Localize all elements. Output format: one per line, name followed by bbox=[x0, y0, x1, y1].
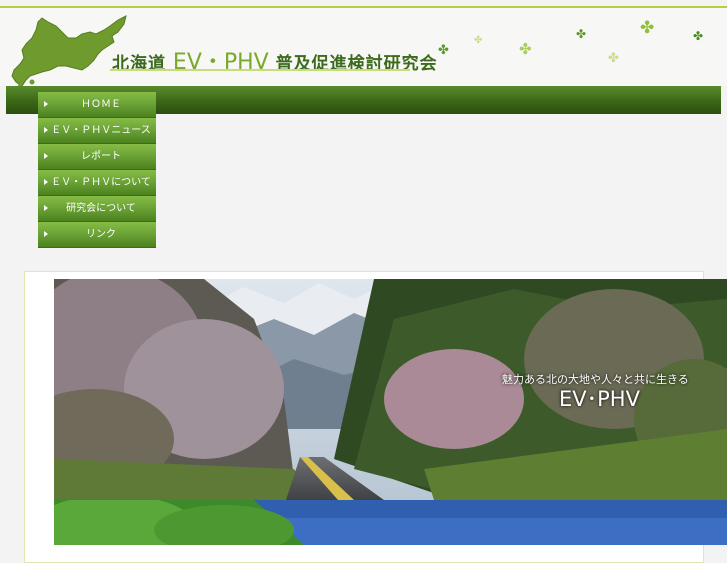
clover-icon: ✤ bbox=[519, 40, 532, 58]
menu-item-label: ＥＶ・ＰＨＶについて bbox=[51, 177, 151, 188]
menu-item-label: リンク bbox=[86, 229, 116, 240]
main-menu: ＨＯＭＥ ＥＶ・ＰＨＶニュース レポート ＥＶ・ＰＨＶについて 研究会について … bbox=[38, 92, 156, 248]
menu-item-report[interactable]: レポート bbox=[38, 144, 156, 170]
menu-item-home[interactable]: ＨＯＭＥ bbox=[38, 92, 156, 118]
arrow-right-icon bbox=[44, 205, 48, 211]
arrow-right-icon bbox=[44, 101, 48, 107]
menu-item-label: ＥＶ・ＰＨＶニュース bbox=[51, 125, 151, 136]
menu-item-about-group[interactable]: 研究会について bbox=[38, 196, 156, 222]
hero-image: 魅力ある北の大地や人々と共に生きる EV･PHV bbox=[54, 279, 727, 500]
arrow-right-icon bbox=[44, 179, 48, 185]
menu-item-links[interactable]: リンク bbox=[38, 222, 156, 248]
arrow-right-icon bbox=[44, 153, 48, 159]
arrow-right-icon bbox=[44, 127, 48, 133]
clover-icon: ✤ bbox=[693, 29, 704, 43]
clover-icon: ✤ bbox=[608, 51, 619, 66]
menu-item-ev-phv-news[interactable]: ＥＶ・ＰＨＶニュース bbox=[38, 118, 156, 144]
site-header: 北海道 EV・PHV 普及促進検討研究会 ✤ ✤ ✤ ✤ ✤ ✤ ✤ bbox=[0, 8, 727, 88]
menu-item-about-ev-phv[interactable]: ＥＶ・ＰＨＶについて bbox=[38, 170, 156, 196]
secondary-banner bbox=[54, 500, 727, 545]
menu-item-label: ＨＯＭＥ bbox=[81, 99, 121, 110]
clover-icon: ✤ bbox=[576, 27, 587, 41]
menu-item-label: レポート bbox=[81, 151, 121, 162]
clover-icon: ✤ bbox=[640, 18, 655, 38]
secondary-banner-image bbox=[54, 500, 727, 545]
title-underline bbox=[110, 69, 410, 71]
clover-icon: ✤ bbox=[438, 43, 449, 58]
clover-icon: ✤ bbox=[474, 35, 483, 46]
title-suffix: 普及促進検討研究会 bbox=[275, 54, 438, 74]
menu-item-label: 研究会について bbox=[66, 203, 136, 214]
title-prefix: 北海道 bbox=[112, 54, 166, 74]
title-ev-phv: EV・PHV bbox=[172, 50, 269, 75]
arrow-right-icon bbox=[44, 231, 48, 237]
site-title[interactable]: 北海道 EV・PHV 普及促進検討研究会 bbox=[112, 44, 438, 76]
hero-caption-main: EV･PHV bbox=[559, 387, 640, 411]
